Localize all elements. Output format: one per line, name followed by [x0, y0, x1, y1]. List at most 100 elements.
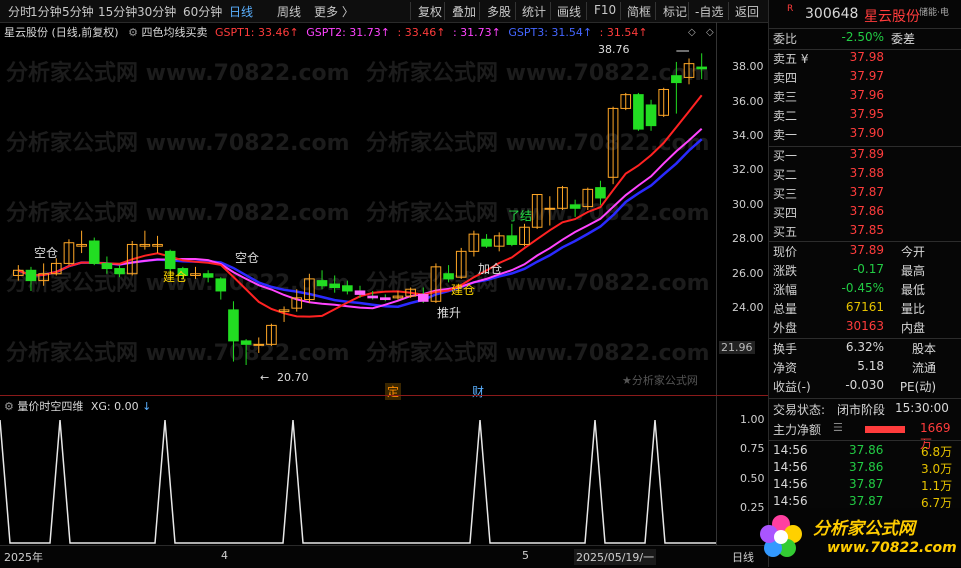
price-tick: 34.00 [732, 128, 764, 142]
price-tick: 36.00 [732, 94, 764, 108]
low-price-label: 20.70 [277, 371, 309, 384]
toolbar-separator [515, 2, 516, 20]
logo-text: 分析家公式网 [813, 519, 915, 539]
toolbar-separator [586, 2, 587, 20]
sector-tag[interactable]: 储能·电 [919, 5, 949, 18]
bid-row[interactable]: 买五 37.85 [773, 223, 958, 242]
bid-row[interactable]: 买一 37.89 [773, 147, 958, 166]
weicha-label: 委差 [890, 32, 915, 46]
toolbar-item-1[interactable]: 1分钟 [30, 3, 62, 20]
indicator-chart[interactable] [0, 412, 716, 545]
toolbar-item-right-2[interactable]: 多股 [487, 3, 511, 20]
candle[interactable] [493, 232, 505, 252]
toolbar-item-right-0[interactable]: 复权 [418, 3, 442, 20]
toolbar-item-right-9[interactable]: 返回 [735, 3, 759, 20]
main-net-label[interactable]: 主力净额 [773, 421, 821, 438]
trade-volume: 6.8万 [921, 445, 953, 459]
toolbar-item-right-1[interactable]: 叠加 [452, 3, 476, 20]
toolbar-item-7[interactable]: 周线 [277, 3, 301, 20]
ask-row[interactable]: 卖四 37.97 [773, 69, 958, 88]
settings-icon[interactable]: ⚙ [128, 26, 138, 39]
indicator-name[interactable]: 四色均线买卖 [141, 26, 207, 39]
bid-row[interactable]: 买二 37.88 [773, 166, 958, 185]
candle[interactable] [468, 230, 480, 257]
stat2-value: 5.18 [857, 359, 884, 373]
candle[interactable] [139, 230, 151, 250]
candle[interactable] [582, 187, 594, 211]
candle[interactable] [633, 92, 644, 131]
bid-row[interactable]: 买三 37.87 [773, 185, 958, 204]
price-tick: 38.00 [732, 60, 764, 74]
stat-label: 涨幅 [773, 283, 798, 297]
stat2-label-2: 流通 [911, 361, 936, 375]
stock-name[interactable]: 星云股份 [864, 6, 920, 26]
candle[interactable] [76, 230, 87, 254]
bid-price: 37.88 [849, 166, 884, 180]
toolbar-item-right-5[interactable]: F10 [594, 3, 616, 17]
ask-row[interactable]: 卖三 37.96 [773, 88, 958, 107]
candle[interactable] [63, 239, 75, 266]
toolbar-item-8[interactable]: 更多 〉 [314, 3, 354, 20]
event-ding[interactable]: 定 [385, 383, 402, 400]
diamond-icon[interactable]: ◇ [688, 27, 696, 38]
candle[interactable] [658, 87, 670, 118]
candle[interactable] [645, 99, 657, 131]
ask-price: 37.96 [849, 88, 884, 102]
ask-label: 卖五 ¥ [773, 52, 809, 66]
period-label[interactable]: 日线 [732, 549, 754, 565]
toolbar-item-6[interactable]: 日线 [229, 3, 253, 20]
candle[interactable] [506, 223, 518, 247]
ask-row[interactable]: 卖五 ¥ 37.98 [773, 50, 958, 69]
list-icon[interactable]: ☰ [833, 421, 843, 434]
toolbar-item-right-7[interactable]: 标记 [663, 3, 687, 20]
annotation-kongcang-2: 空仓 [235, 251, 260, 265]
stat-label-2: 最低 [900, 283, 925, 297]
candle[interactable] [88, 237, 100, 266]
toolbar-item-right-8[interactable]: -自选 [695, 3, 723, 20]
candle[interactable] [215, 277, 227, 300]
indicator-tick: 0.75 [740, 442, 765, 456]
trade-row: 14:56 37.86 3.0万 [773, 460, 958, 478]
candle[interactable] [620, 92, 632, 111]
site-logo: 分析家公式网 www.70822.com [760, 508, 961, 567]
status-label: 交易状态: [773, 403, 826, 417]
gspt3-value: GSPT3: 31.54↑ [508, 26, 593, 39]
toolbar-item-3[interactable]: 15分钟 [98, 3, 137, 20]
x-label-year: 2025年 [4, 551, 43, 564]
weibi-label: 委比 [773, 32, 798, 46]
diamond-icon-2[interactable]: ◇ [706, 27, 714, 38]
ask-price: 37.95 [849, 107, 884, 121]
toolbar-separator [550, 2, 551, 20]
toolbar-item-4[interactable]: 30分钟 [137, 3, 176, 20]
event-cai[interactable]: 财 [472, 383, 484, 400]
bg-watermark: 分析家公式网 www.70822.com [366, 270, 710, 296]
stat-row: 外盘 30163 内盘 [773, 319, 958, 338]
stat2-label: 换手 [773, 342, 798, 356]
chart-watermark: ★分析家公式网 [622, 374, 698, 387]
toolbar-item-5[interactable]: 60分钟 [183, 3, 222, 20]
stat-value: 37.89 [849, 243, 884, 257]
candle[interactable] [519, 223, 530, 247]
ask-price: 37.97 [849, 69, 884, 83]
annotation-jiancang-1: 建仓 [163, 270, 188, 284]
candlestick-chart[interactable]: 分析家公式网 www.70822.com 分析家公式网 www.70822.com… [0, 40, 716, 395]
candle[interactable] [152, 235, 163, 254]
toolbar-item-0[interactable]: 分时 [8, 3, 32, 20]
stat-label: 现价 [773, 245, 798, 259]
toolbar-item-right-4[interactable]: 画线 [557, 3, 581, 20]
ask-label: 卖三 [773, 90, 798, 104]
bg-watermark: 分析家公式网 www.70822.com [6, 130, 350, 156]
toolbar-item-right-6[interactable]: 简框 [627, 3, 651, 20]
gspt2b-value: : 31.73↑ [452, 26, 501, 39]
bid-price: 37.86 [849, 204, 884, 218]
candle[interactable] [481, 234, 492, 248]
bid-row[interactable]: 买四 37.86 [773, 204, 958, 223]
ask-row[interactable]: 卖一 37.90 [773, 126, 958, 145]
stat2-label: 收益(-) [773, 380, 811, 394]
toolbar-item-2[interactable]: 5分钟 [62, 3, 94, 20]
ask-row[interactable]: 卖二 37.95 [773, 107, 958, 126]
toolbar-item-right-3[interactable]: 统计 [522, 3, 546, 20]
bg-watermark: 分析家公式网 www.70822.com [6, 60, 350, 86]
stat2-row: 换手 6.32% 股本 [773, 340, 958, 359]
bid-price: 37.89 [849, 147, 884, 161]
